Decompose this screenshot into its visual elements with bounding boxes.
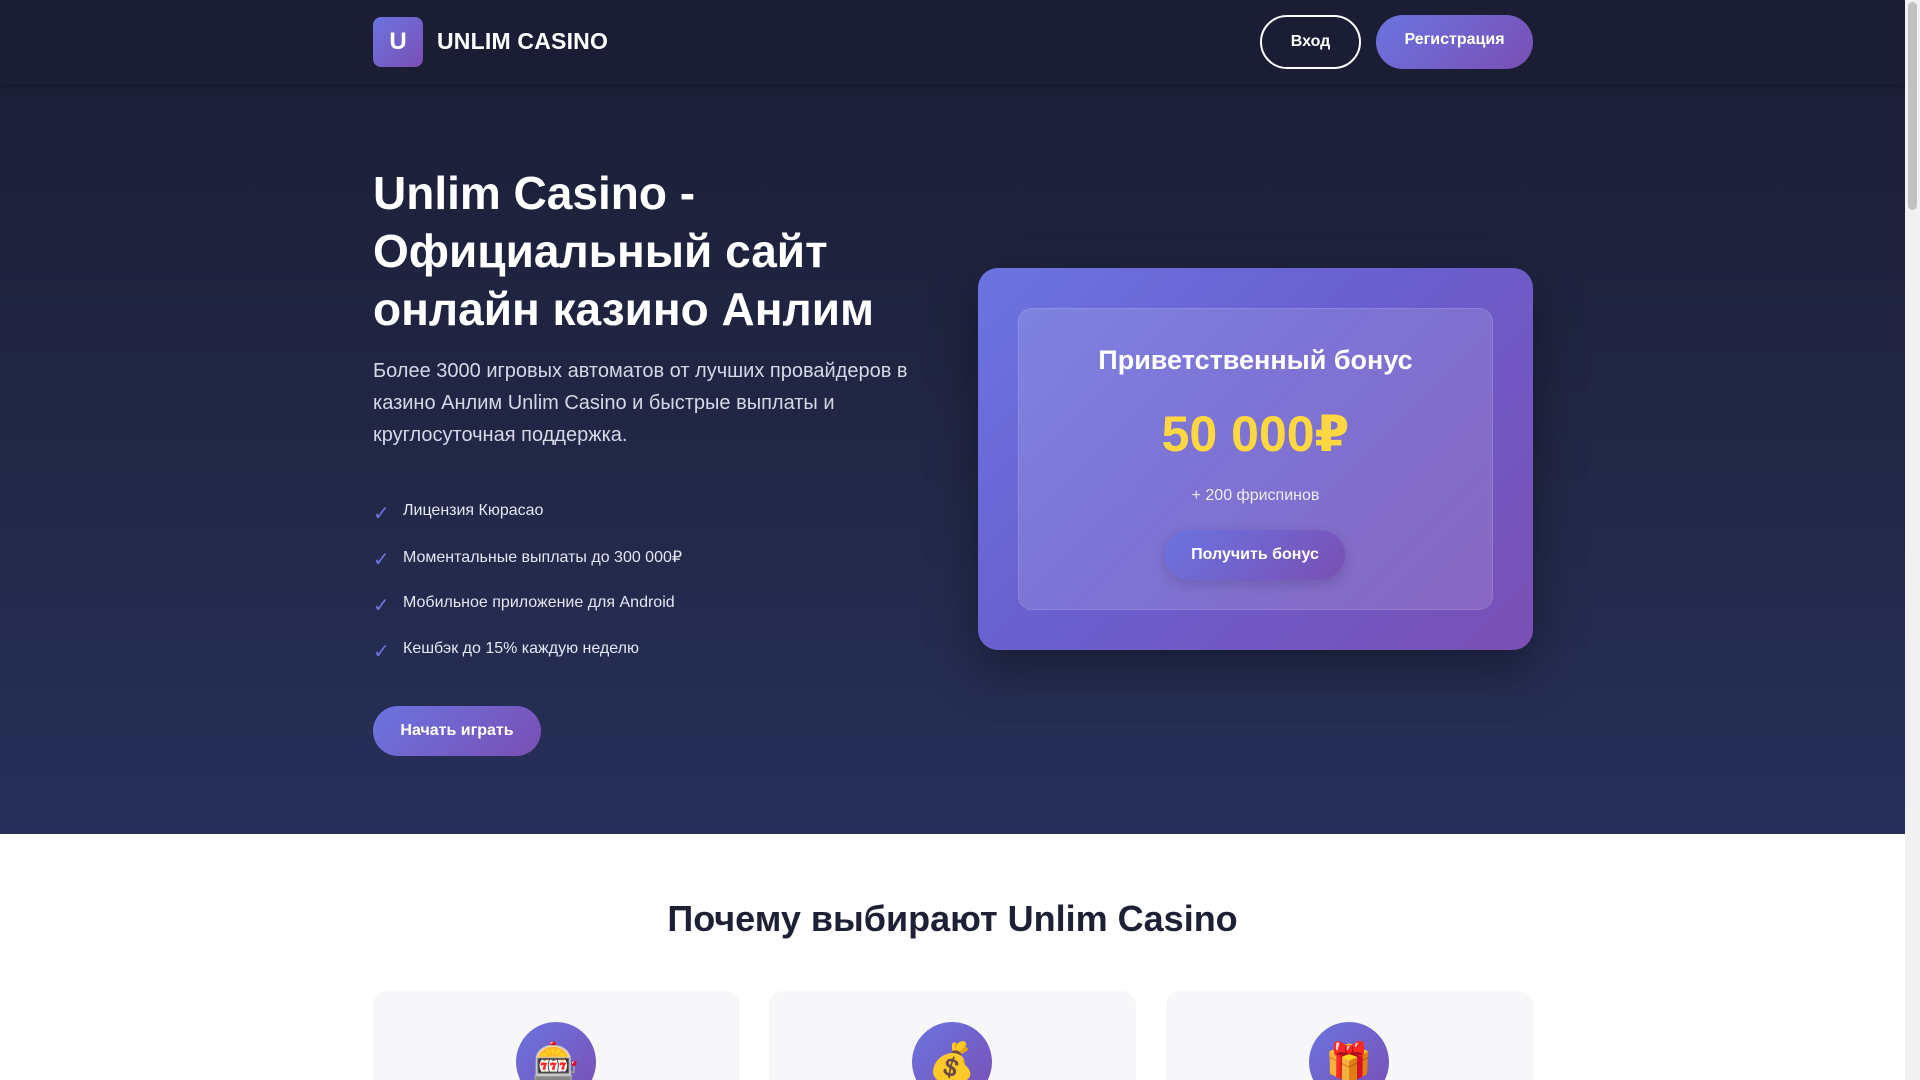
feature-text: Мобильное приложение для Android: [403, 594, 675, 611]
welcome-bonus-card: Приветственный бонус 50 000₽ + 200 фрисп…: [978, 268, 1533, 650]
money-bag-icon: 💰: [912, 1022, 992, 1080]
feature-item: ✓ Моментальные выплаты до 300 000₽: [373, 534, 933, 580]
register-button[interactable]: Регистрация: [1376, 15, 1533, 69]
hero-description: Более 3000 игровых автоматов от лучших п…: [373, 360, 908, 446]
page-scrollbar[interactable]: [1905, 0, 1920, 1080]
hero-section: Unlim Casino - Официальный сайт онлайн к…: [0, 84, 1905, 834]
feature-text: Кешбэк до 15% каждую неделю: [403, 640, 639, 657]
feature-text: Моментальные выплаты до 300 000₽: [403, 549, 683, 566]
bonus-title: Приветственный бонус: [1098, 345, 1413, 375]
login-button[interactable]: Вход: [1260, 15, 1361, 69]
check-icon: ✓: [373, 594, 390, 617]
feature-list: ✓ Лицензия Кюрасао ✓ Моментальные выплат…: [373, 488, 933, 672]
scrollbar-thumb[interactable]: [1908, 2, 1917, 210]
why-card: 🎰: [373, 991, 740, 1080]
site-header: U UNLIM CASINO Вход Регистрация: [0, 0, 1905, 84]
page: U UNLIM CASINO Вход Регистрация Unlim Ca…: [0, 0, 1905, 1080]
feature-item: ✓ Лицензия Кюрасао: [373, 488, 933, 534]
hero-title: Unlim Casino - Официальный сайт онлайн к…: [373, 167, 875, 335]
gift-icon: 🎁: [1309, 1022, 1389, 1080]
logo-icon[interactable]: U: [373, 17, 423, 67]
why-card: 🎁: [1166, 991, 1533, 1080]
slot-machine-icon: 🎰: [516, 1022, 596, 1080]
feature-item: ✓ Кешбэк до 15% каждую неделю: [373, 626, 933, 672]
start-playing-button[interactable]: Начать играть: [373, 706, 541, 756]
get-bonus-button[interactable]: Получить бонус: [1165, 530, 1345, 580]
bonus-amount: 50 000₽: [1161, 406, 1350, 462]
check-icon: ✓: [373, 548, 390, 571]
feature-item: ✓ Мобильное приложение для Android: [373, 580, 933, 626]
feature-text: Лицензия Кюрасао: [403, 502, 544, 519]
why-card: 💰: [769, 991, 1136, 1080]
bonus-inner-panel: Приветственный бонус 50 000₽ + 200 фрисп…: [1018, 308, 1493, 610]
logo-text[interactable]: UNLIM CASINO: [437, 28, 608, 55]
why-section-title: Почему выбирают Unlim Casino: [667, 898, 1238, 939]
check-icon: ✓: [373, 502, 390, 525]
check-icon: ✓: [373, 640, 390, 663]
bonus-freespins: + 200 фриспинов: [1191, 487, 1320, 504]
